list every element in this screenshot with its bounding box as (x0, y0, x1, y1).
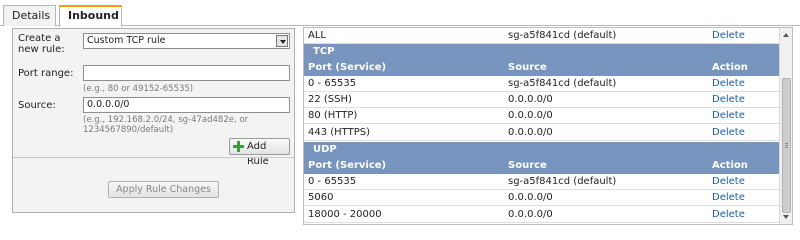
tab-details[interactable]: Details (3, 5, 56, 26)
delete-link[interactable]: Delete (712, 108, 745, 124)
scrollbar-thumb[interactable] (782, 78, 791, 213)
table-row: ALL sg-a5f841cd (default) Delete (304, 28, 780, 44)
group-header-udp: UDP (304, 142, 780, 157)
add-rule-button[interactable]: Add Rule (229, 138, 290, 167)
delete-link[interactable]: Delete (712, 190, 745, 206)
source-cell: 0.0.0.0/0 (508, 94, 553, 105)
source-cell: sg-a5f841cd (default) (508, 176, 617, 187)
tab-inbound[interactable]: Inbound (59, 5, 122, 27)
table-row: 443 (HTTPS) 0.0.0.0/0 Delete (304, 125, 780, 141)
column-action: Action (712, 160, 748, 171)
delete-link[interactable]: Delete (712, 174, 745, 190)
column-source: Source (508, 160, 547, 171)
source-cell: 0.0.0.0/0 (508, 127, 553, 138)
group-name: TCP (313, 46, 335, 57)
form-divider (13, 157, 294, 158)
column-header-row: Port (Service) Source Action (304, 59, 780, 76)
group-name: UDP (313, 144, 337, 155)
create-rule-form: Create a new rule: Custom TCP rule Port … (13, 29, 294, 167)
grip-line (785, 145, 788, 146)
port-cell: 22 (SSH) (308, 94, 352, 105)
create-rule-panel: Create a new rule: Custom TCP rule Port … (12, 28, 295, 213)
port-cell: 5060 (308, 192, 334, 203)
delete-link[interactable]: Delete (712, 76, 745, 92)
port-cell: 80 (HTTP) (308, 110, 358, 121)
create-rule-label: Create a new rule: (18, 33, 65, 55)
source-hint-line2: 1234567890/default) (83, 125, 174, 135)
delete-link[interactable]: Delete (712, 207, 745, 223)
delete-link[interactable]: Delete (712, 125, 745, 141)
source-input[interactable]: 0.0.0.0/0 (83, 97, 290, 113)
column-port: Port (Service) (308, 160, 387, 171)
port-range-label: Port range: (18, 68, 74, 79)
source-hint: (e.g., 192.168.2.0/24, sg-47ad482e, or 1… (83, 115, 293, 135)
plus-icon (233, 141, 244, 152)
port-range-input[interactable] (83, 65, 290, 81)
port-cell: 0 - 65535 (308, 78, 357, 89)
source-cell: sg-a5f841cd (default) (508, 30, 617, 41)
table-row: 18000 - 20000 0.0.0.0/0 Delete (304, 207, 780, 223)
column-port: Port (Service) (308, 62, 387, 73)
rules-table: ALL sg-a5f841cd (default) Delete TCP Por… (303, 27, 793, 225)
port-cell: 443 (HTTPS) (308, 127, 371, 138)
apply-rule-changes-button[interactable]: Apply Rule Changes (108, 181, 219, 198)
rule-type-select[interactable]: Custom TCP rule (83, 33, 290, 49)
table-row: 22 (SSH) 0.0.0.0/0 Delete (304, 92, 780, 108)
delete-link[interactable]: Delete (712, 92, 745, 108)
table-row: 80 (HTTP) 0.0.0.0/0 Delete (304, 108, 780, 124)
port-cell: 0 - 65535 (308, 176, 357, 187)
arrow-up-icon[interactable] (783, 33, 789, 37)
add-rule-label: Add Rule (247, 141, 269, 167)
table-row: 0 - 65535 sg-a5f841cd (default) Delete (304, 76, 780, 92)
grip-line (785, 147, 788, 148)
rule-type-value: Custom TCP rule (87, 35, 166, 46)
grip-line (785, 143, 788, 144)
source-cell: 0.0.0.0/0 (508, 110, 553, 121)
chevron-down-icon[interactable] (276, 35, 288, 47)
column-header-row: Port (Service) Source Action (304, 157, 780, 174)
create-rule-label-line1: Create a (18, 33, 61, 44)
table-scrollbar[interactable] (779, 28, 792, 224)
source-cell: 0.0.0.0/0 (508, 209, 553, 220)
delete-link[interactable]: Delete (712, 28, 745, 44)
create-rule-label-line2: new rule: (18, 44, 65, 55)
column-source: Source (508, 62, 547, 73)
source-label: Source: (18, 100, 56, 111)
source-hint-line1: (e.g., 192.168.2.0/24, sg-47ad482e, or (83, 115, 249, 125)
column-action: Action (712, 62, 748, 73)
group-header-tcp: TCP (304, 44, 780, 59)
port-range-hint: (e.g., 80 or 49152-65535) (83, 84, 194, 94)
arrow-down-icon[interactable] (783, 215, 789, 219)
table-row: 0 - 65535 sg-a5f841cd (default) Delete (304, 174, 780, 190)
tab-bar: Details Inbound (0, 0, 800, 27)
port-cell: ALL (308, 30, 326, 41)
port-cell: 18000 - 20000 (308, 209, 382, 220)
source-cell: 0.0.0.0/0 (508, 192, 553, 203)
source-cell: sg-a5f841cd (default) (508, 78, 617, 89)
table-row: 5060 0.0.0.0/0 Delete (304, 190, 780, 206)
